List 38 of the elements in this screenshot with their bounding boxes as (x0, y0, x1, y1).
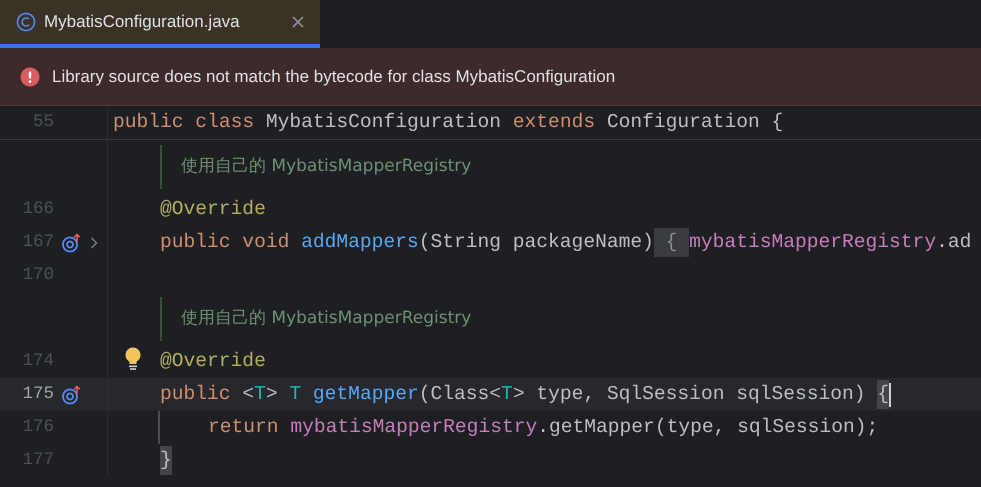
target-arrow-icon[interactable] (62, 232, 82, 252)
code-keyword: extends (512, 110, 596, 133)
code-text: Configuration { (606, 110, 784, 133)
code-method-name: addMappers (301, 230, 419, 255)
code-text: .getMapper(type, sqlSession); (537, 414, 878, 440)
chevron-icon[interactable] (90, 236, 98, 248)
banner-message: Library source does not match the bytecode for class MybatisConfiguration (52, 66, 616, 88)
code-text: > type, SqlSession sqlSession) (512, 382, 867, 407)
code-text: (String packageName) (418, 230, 654, 255)
doc-comment: 使用自己的 MybatisMapperRegistry (181, 154, 472, 178)
code-keyword: public (160, 382, 232, 407)
code-annotation: @Override (160, 196, 266, 222)
code-keyword: public class (113, 110, 256, 133)
code-type-parameter: T (254, 382, 266, 407)
line-number: 175 (21, 383, 54, 406)
code-annotation: @Override (160, 348, 266, 374)
file-tab[interactable]: MybatisConfiguration.java (0, 0, 320, 48)
code-type-parameter: T (289, 382, 302, 407)
code-type-parameter: T (501, 382, 513, 407)
text-caret (889, 382, 892, 406)
code-keyword: public void (160, 230, 290, 255)
matched-brace: } (160, 446, 172, 476)
error-icon (20, 66, 40, 86)
doc-comment: 使用自己的 MybatisMapperRegistry (181, 306, 472, 330)
code-text: < (242, 382, 254, 407)
code-field: mybatisMapperRegistry (689, 228, 936, 258)
code-text: MybatisConfiguration (266, 110, 502, 133)
code-text: .ad (936, 230, 972, 255)
lightbulb-icon[interactable] (124, 347, 142, 371)
close-icon[interactable] (292, 16, 304, 28)
code-text: > (266, 382, 279, 407)
code-method-name: getMapper (312, 382, 419, 407)
code-keyword: return (208, 414, 280, 440)
code-text: (Class< (418, 382, 502, 407)
target-arrow-icon[interactable] (62, 384, 82, 404)
matched-brace: { (877, 380, 890, 410)
code-field: mybatisMapperRegistry (290, 412, 538, 442)
class-icon (16, 12, 36, 32)
